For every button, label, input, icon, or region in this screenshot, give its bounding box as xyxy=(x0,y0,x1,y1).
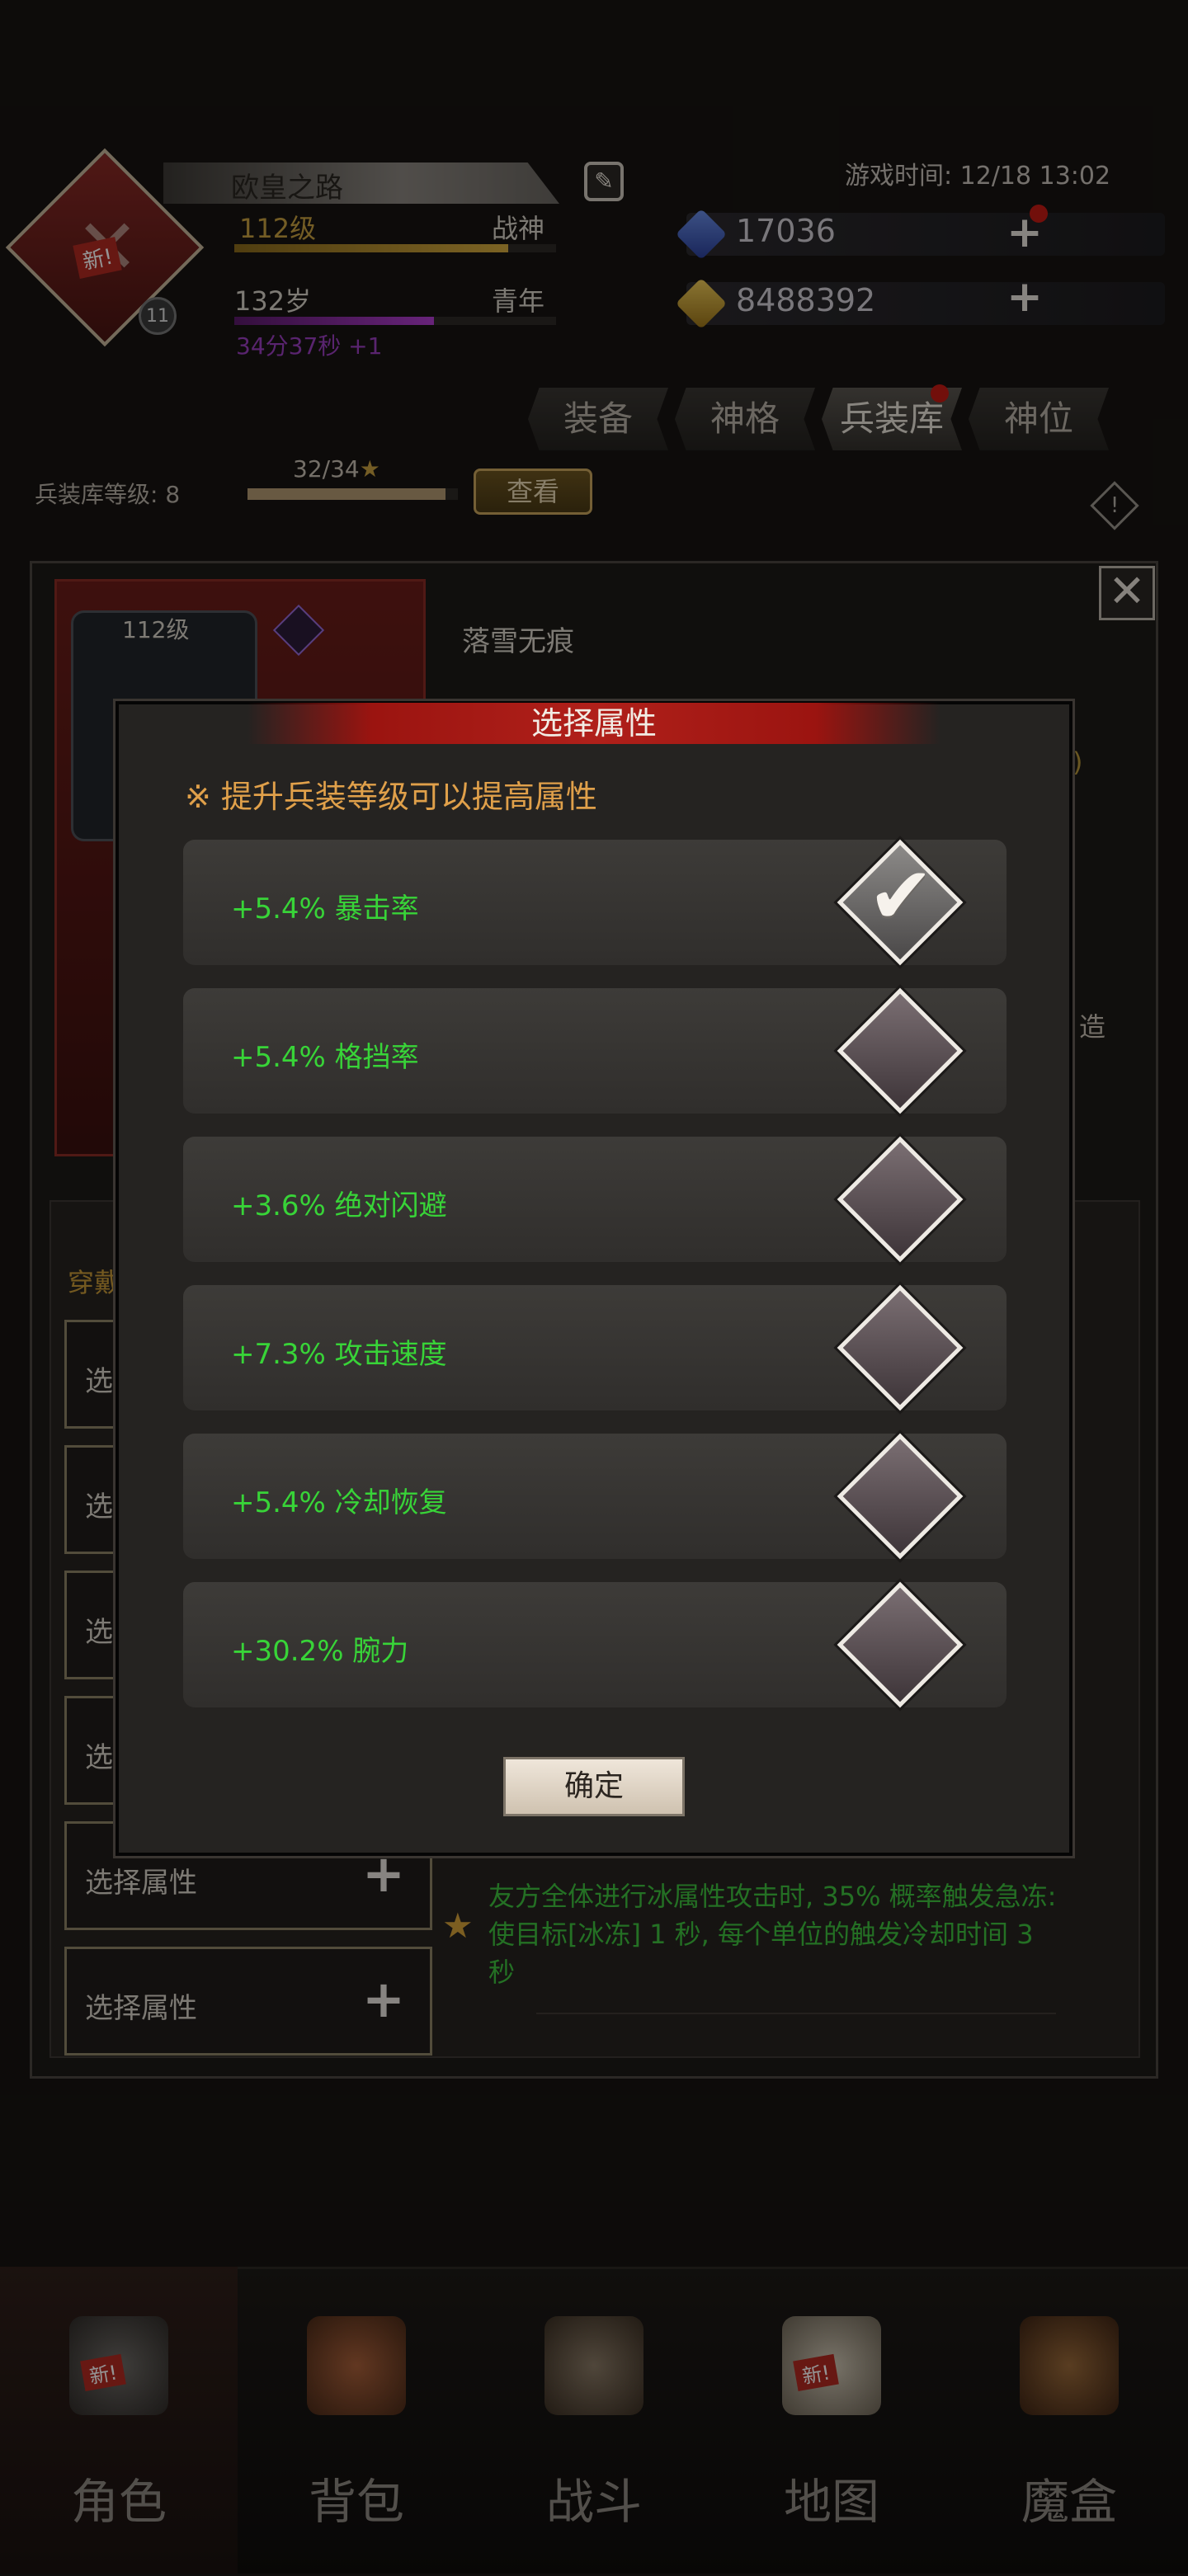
checkmark-icon: ✔ xyxy=(867,850,935,942)
dialog-title: 选择属性 xyxy=(530,705,657,742)
attribute-option[interactable]: +5.4% 暴击率 ✔ xyxy=(183,839,1006,966)
attribute-option[interactable]: +3.6% 绝对闪避 xyxy=(183,1136,1006,1263)
attribute-option[interactable]: +5.4% 冷却恢复 xyxy=(183,1433,1006,1560)
attribute-label: +5.4% 暴击率 xyxy=(231,892,419,925)
attribute-label: +30.2% 腕力 xyxy=(231,1635,409,1668)
checkbox[interactable] xyxy=(837,987,964,1114)
checkbox[interactable] xyxy=(837,1433,964,1560)
attribute-label: +5.4% 冷却恢复 xyxy=(231,1486,447,1519)
checkbox[interactable] xyxy=(837,1581,964,1708)
dialog-hint: ※ 提升兵装等级可以提高属性 xyxy=(185,779,597,815)
checkbox[interactable] xyxy=(837,1136,964,1263)
attribute-option[interactable]: +7.3% 攻击速度 xyxy=(183,1284,1006,1411)
attribute-label: +5.4% 格挡率 xyxy=(231,1041,419,1074)
attribute-option[interactable]: +30.2% 腕力 xyxy=(183,1581,1006,1708)
attribute-label: +3.6% 绝对闪避 xyxy=(231,1189,447,1222)
attribute-label: +7.3% 攻击速度 xyxy=(231,1338,447,1371)
confirm-button[interactable]: 确定 xyxy=(503,1757,685,1816)
attribute-option[interactable]: +5.4% 格挡率 xyxy=(183,987,1006,1114)
checkbox[interactable] xyxy=(837,1284,964,1411)
